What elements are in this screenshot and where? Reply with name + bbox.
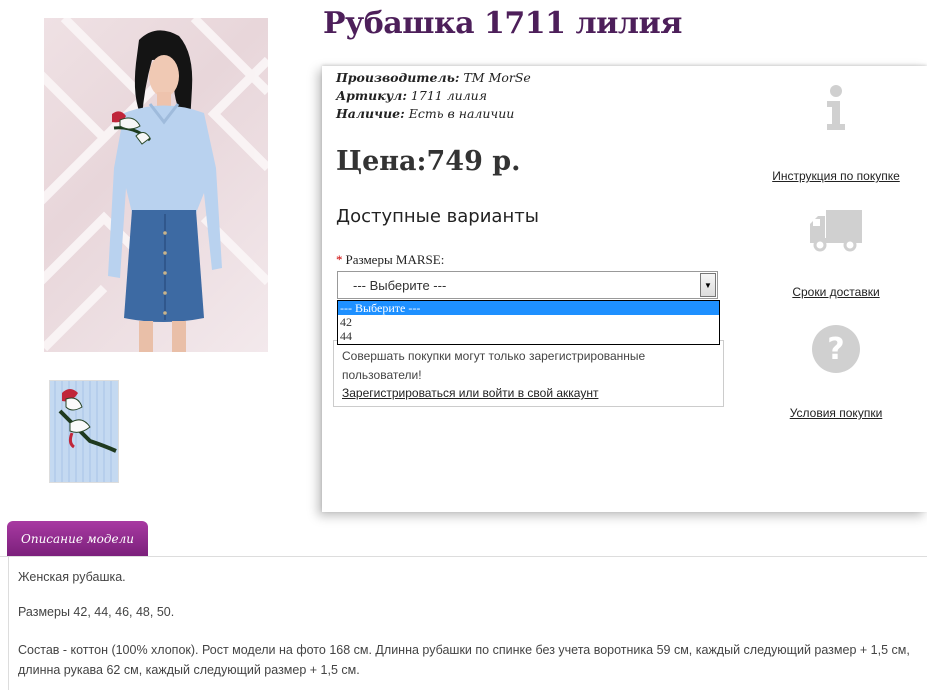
- size-option[interactable]: 44: [338, 329, 719, 343]
- login-notice-text: Совершать покупки могут только зарегистр…: [342, 349, 646, 382]
- instruction-block: Инструкция по покупке: [751, 84, 921, 183]
- info-icon: [827, 85, 845, 130]
- required-marker: *: [336, 252, 343, 267]
- manufacturer-line: Производитель: ТМ MorSe: [336, 70, 531, 85]
- sku-line: Артикул: 1711 лилия: [336, 88, 487, 103]
- tab-description[interactable]: Описание модели: [7, 521, 148, 557]
- stock-value: Есть в наличии: [408, 106, 515, 121]
- manufacturer-value[interactable]: ТМ MorSe: [463, 70, 530, 85]
- manufacturer-label: Производитель:: [336, 70, 460, 85]
- product-title: Рубашка 1711 лилия: [323, 6, 682, 41]
- product-price: Цена:749 р.: [336, 146, 521, 177]
- register-login-link[interactable]: Зарегистрироваться или войти в свой акка…: [342, 386, 598, 400]
- truck-icon: [810, 210, 862, 252]
- description-content: Женская рубашка. Размеры 42, 44, 46, 48,…: [8, 557, 927, 690]
- size-select[interactable]: --- Выберите --- ▼: [337, 271, 718, 299]
- svg-text:?: ?: [827, 332, 844, 367]
- product-info-panel: Производитель: ТМ MorSe Артикул: 1711 ли…: [322, 66, 927, 512]
- instruction-link[interactable]: Инструкция по покупке: [751, 169, 921, 183]
- delivery-link[interactable]: Сроки доставки: [751, 285, 921, 299]
- size-label-text: Размеры MARSE:: [345, 252, 445, 267]
- size-select-value: --- Выберите ---: [353, 278, 447, 293]
- question-icon: ?: [812, 325, 860, 373]
- stock-label: Наличие:: [336, 106, 405, 121]
- terms-link[interactable]: Условия покупки: [751, 406, 921, 420]
- terms-block: ? Условия покупки: [751, 324, 921, 420]
- delivery-block: Сроки доставки: [751, 208, 921, 299]
- variants-heading: Доступные варианты: [336, 206, 539, 227]
- stock-line: Наличие: Есть в наличии: [336, 106, 514, 121]
- chevron-down-icon[interactable]: ▼: [700, 273, 716, 297]
- description-paragraph: Размеры 42, 44, 46, 48, 50.: [18, 605, 175, 619]
- sku-value: 1711 лилия: [410, 88, 488, 103]
- description-paragraph: Женская рубашка.: [18, 570, 126, 584]
- description-paragraph: Состав - коттон (100% хлопок). Рост моде…: [18, 643, 910, 677]
- login-notice: Совершать покупки могут только зарегистр…: [333, 340, 724, 407]
- size-option[interactable]: 42: [338, 315, 719, 329]
- product-thumbnail[interactable]: [49, 380, 119, 483]
- size-dropdown-list[interactable]: --- Выберите --- 42 44: [337, 300, 720, 345]
- size-option[interactable]: --- Выберите ---: [338, 301, 719, 315]
- sku-label: Артикул:: [336, 88, 407, 103]
- size-label: * Размеры MARSE:: [336, 252, 444, 268]
- product-main-image[interactable]: [44, 18, 268, 352]
